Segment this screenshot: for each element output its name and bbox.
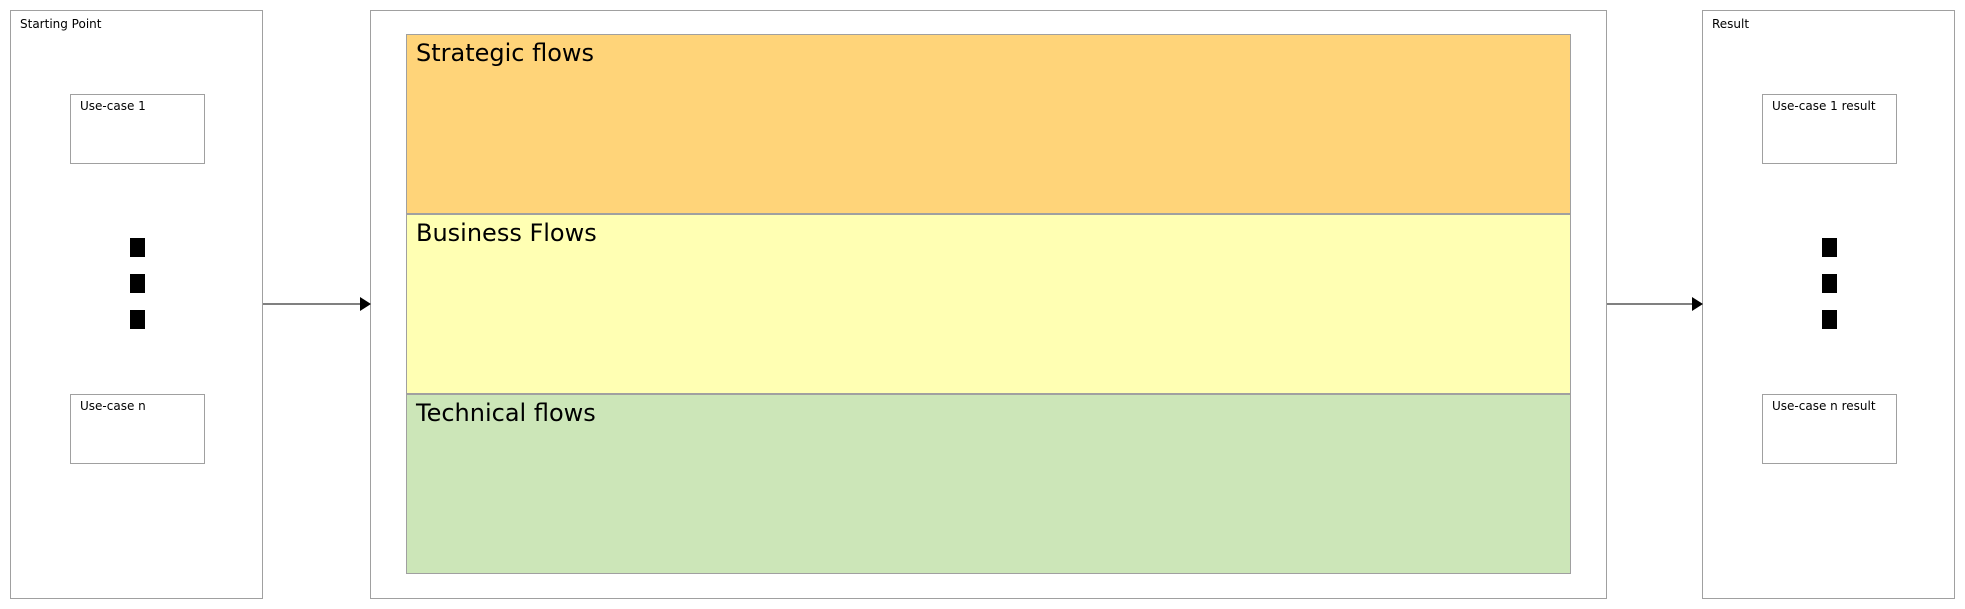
business-flows-label: Business Flows xyxy=(416,219,597,247)
use-case-n-result-label: Use-case n result xyxy=(1772,399,1876,413)
arrow-flows-to-result xyxy=(1607,297,1703,311)
arrow-start-to-flows xyxy=(263,297,371,311)
use-case-n-result-box[interactable]: Use-case n result xyxy=(1762,394,1897,464)
technical-flows-label: Technical flows xyxy=(416,399,596,427)
use-case-1-result-label: Use-case 1 result xyxy=(1772,99,1876,113)
use-case-1-box[interactable]: Use-case 1 xyxy=(70,94,205,164)
use-case-n-box[interactable]: Use-case n xyxy=(70,394,205,464)
use-case-1-label: Use-case 1 xyxy=(80,99,146,113)
strategic-flows-lane[interactable]: Strategic flows xyxy=(406,34,1571,214)
starting-point-title: Starting Point xyxy=(20,17,102,31)
ellipsis-dot-left-3 xyxy=(130,310,145,329)
ellipsis-dot-left-2 xyxy=(130,274,145,293)
technical-flows-lane[interactable]: Technical flows xyxy=(406,394,1571,574)
result-title: Result xyxy=(1712,17,1750,31)
ellipsis-dot-right-3 xyxy=(1822,310,1837,329)
ellipsis-dot-right-2 xyxy=(1822,274,1837,293)
use-case-1-result-box[interactable]: Use-case 1 result xyxy=(1762,94,1897,164)
ellipsis-dot-right-1 xyxy=(1822,238,1837,257)
business-flows-lane[interactable]: Business Flows xyxy=(406,214,1571,394)
use-case-n-label: Use-case n xyxy=(80,399,146,413)
strategic-flows-label: Strategic flows xyxy=(416,39,595,67)
ellipsis-dot-left-1 xyxy=(130,238,145,257)
